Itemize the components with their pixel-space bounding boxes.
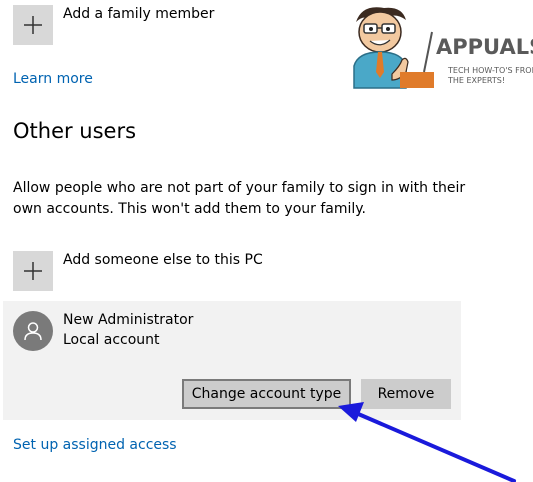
add-family-member-label[interactable]: Add a family member xyxy=(63,6,214,22)
add-family-member-tile[interactable] xyxy=(13,5,53,45)
add-someone-else-label[interactable]: Add someone else to this PC xyxy=(63,252,263,268)
account-name: New Administrator xyxy=(63,312,194,328)
svg-text:TECH HOW-TO'S FROM: TECH HOW-TO'S FROM xyxy=(447,66,533,75)
appuals-watermark: APPUALS TECH HOW-TO'S FROM THE EXPERTS! xyxy=(340,2,533,90)
add-someone-else-tile[interactable] xyxy=(13,251,53,291)
user-avatar-icon xyxy=(13,311,53,351)
person-icon xyxy=(24,322,42,341)
appuals-mascot-icon: APPUALS TECH HOW-TO'S FROM THE EXPERTS! xyxy=(353,7,533,89)
svg-text:THE EXPERTS!: THE EXPERTS! xyxy=(447,76,505,85)
plus-icon xyxy=(24,16,42,34)
account-type: Local account xyxy=(63,332,160,348)
other-users-heading: Other users xyxy=(13,119,137,143)
set-up-assigned-access-link[interactable]: Set up assigned access xyxy=(13,437,177,453)
plus-icon xyxy=(24,262,42,280)
other-users-description: Allow people who are not part of your fa… xyxy=(13,180,466,217)
remove-button[interactable]: Remove xyxy=(361,379,451,409)
svg-text:APPUALS: APPUALS xyxy=(436,35,533,59)
learn-more-link[interactable]: Learn more xyxy=(13,71,93,87)
change-account-type-button[interactable]: Change account type xyxy=(182,379,351,409)
